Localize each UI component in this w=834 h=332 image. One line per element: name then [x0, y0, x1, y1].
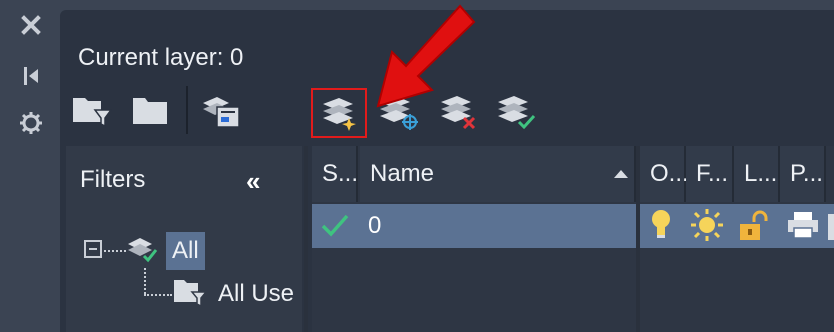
- color-swatch-edge[interactable]: [828, 214, 834, 240]
- layer-states-manager-button[interactable]: [198, 88, 242, 132]
- sort-ascending-icon: [614, 170, 628, 178]
- toolbar-separator: [186, 86, 188, 134]
- tree-connector: [144, 268, 146, 294]
- name-column-header[interactable]: Name: [360, 146, 636, 202]
- filter-all-used-label: All Use: [218, 280, 295, 307]
- palette-title-strip: [0, 0, 60, 332]
- layer-name-cell[interactable]: 0: [368, 212, 381, 240]
- on-column-header[interactable]: O...: [640, 146, 689, 202]
- collapse-filters-button[interactable]: «: [246, 166, 260, 197]
- status-column-header[interactable]: S...: [312, 146, 358, 202]
- folder-funnel-icon: [174, 280, 208, 308]
- freeze-column-header[interactable]: F...: [686, 146, 734, 202]
- tree-connector: [144, 294, 172, 296]
- all-filter-icon: [128, 238, 158, 263]
- layer-row[interactable]: [312, 204, 636, 248]
- layer-states-icon: [203, 97, 240, 128]
- set-current-button[interactable]: [494, 88, 538, 132]
- new-group-filter-button[interactable]: [128, 88, 172, 132]
- current-layer-check-icon: [321, 214, 349, 237]
- folder-funnel-icon: [73, 98, 113, 128]
- padlock-open-icon[interactable]: [738, 210, 768, 242]
- new-property-filter-button[interactable]: [70, 88, 114, 132]
- close-icon[interactable]: [18, 12, 44, 38]
- sun-thawed-icon[interactable]: [690, 208, 724, 242]
- filter-all-item[interactable]: All: [166, 232, 205, 270]
- tree-collapse-toggle[interactable]: [84, 240, 102, 258]
- layers-sparkle-icon: [323, 98, 356, 131]
- tree-connector: [104, 250, 126, 252]
- filters-title: Filters: [80, 166, 146, 193]
- pin-collapse-icon[interactable]: [18, 63, 44, 89]
- folder-icon: [133, 98, 167, 124]
- filter-all-used-item[interactable]: All Use: [218, 280, 294, 308]
- settings-gear-icon[interactable]: [18, 110, 44, 136]
- red-arrow-annotation: [376, 4, 476, 108]
- pane-splitter[interactable]: [304, 146, 308, 332]
- plot-column-header[interactable]: P...: [780, 146, 826, 202]
- new-layer-button[interactable]: [317, 90, 361, 134]
- lock-column-header[interactable]: L...: [734, 146, 780, 202]
- lightbulb-on-icon[interactable]: [650, 208, 672, 242]
- printer-icon[interactable]: [786, 210, 820, 240]
- filter-all-label: All: [172, 237, 199, 264]
- layers-check-icon: [498, 96, 536, 130]
- current-layer-label: Current layer: 0: [78, 44, 244, 71]
